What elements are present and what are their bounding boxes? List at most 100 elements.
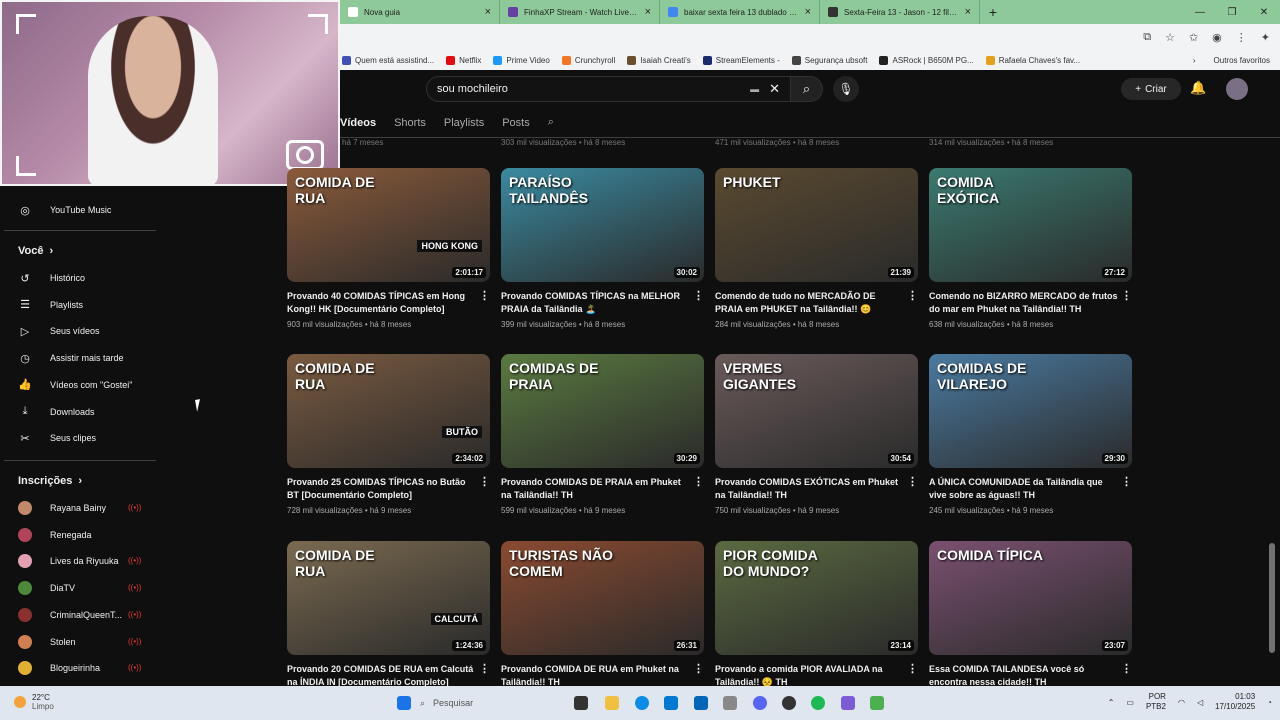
video-card[interactable]: COMIDA TÍPICA 23:07 Essa COMIDA TAILANDESA… xyxy=(929,541,1132,689)
video-title[interactable]: A ÚNICA COMUNIDADE da Tailândia que vive… xyxy=(929,476,1132,502)
more-options-icon[interactable]: ⋮ xyxy=(907,476,918,489)
search-input[interactable]: sou mochileiro ▬ ✕ xyxy=(426,76,791,102)
install-icon[interactable]: ⧉ xyxy=(1143,31,1151,44)
video-title[interactable]: Provando COMIDAS TÍPICAS na MELHOR PRAIA… xyxy=(501,290,704,316)
close-window-button[interactable]: ✕ xyxy=(1248,0,1280,24)
video-card[interactable]: TURISTAS NÃO COMEM 26:31 Provando COMIDA D… xyxy=(501,541,704,689)
video-title[interactable]: Comendo no BIZARRO MERCADO de frutos do … xyxy=(929,290,1132,316)
close-tab-icon[interactable]: × xyxy=(485,6,491,18)
more-options-icon[interactable]: ⋮ xyxy=(1121,290,1132,303)
close-tab-icon[interactable]: × xyxy=(805,6,811,18)
edge-icon[interactable] xyxy=(635,696,649,710)
bookmark-item[interactable]: Netflix xyxy=(446,55,481,65)
more-options-icon[interactable]: ⋮ xyxy=(479,290,490,303)
wifi-icon[interactable]: ◠ xyxy=(1178,698,1185,707)
sidebar-item[interactable]: ⤓ Downloads xyxy=(18,404,95,420)
copilot-icon[interactable]: ✦ xyxy=(1261,31,1270,44)
video-card[interactable]: PIOR COMIDA DO MUNDO? 23:14 Provando a com… xyxy=(715,541,918,689)
spotify-icon[interactable] xyxy=(811,696,825,710)
clock[interactable]: 01:03 17/10/2025 xyxy=(1215,692,1255,712)
store-icon[interactable] xyxy=(664,696,678,710)
chrome-icon[interactable] xyxy=(870,696,884,710)
search-button[interactable]: ⌕ xyxy=(791,76,823,102)
more-options-icon[interactable]: ⋮ xyxy=(693,476,704,489)
start-icon[interactable] xyxy=(397,696,411,710)
volume-icon[interactable]: ◁ xyxy=(1197,698,1203,707)
video-title[interactable]: Comendo de tudo no MERCADÃO DE PRAIA em … xyxy=(715,290,918,316)
video-thumbnail[interactable]: COMIDA DE RUA CALCUTÁ 1:24:36 xyxy=(287,541,490,655)
sidebar-item[interactable]: ☰ Playlists xyxy=(18,297,83,313)
bookmark-item[interactable]: StreamElements - xyxy=(702,55,780,65)
sidebar-item-youtube-music[interactable]: ◎ YouTube Music xyxy=(18,202,111,218)
browser-tab[interactable]: baixar sexta feira 13 dublado torre × xyxy=(660,0,820,24)
create-button[interactable]: + Criar xyxy=(1121,78,1181,100)
favorites-icon[interactable]: ✩ xyxy=(1189,31,1198,44)
video-card[interactable]: COMIDAS DE VILAREJO 29:30 A ÚNICA COMUNIDA… xyxy=(929,354,1132,515)
video-thumbnail[interactable]: COMIDA EXÓTICA 27:12 xyxy=(929,168,1132,282)
sidebar-section-inscricoes[interactable]: Inscrições › xyxy=(18,475,82,487)
browser-tab[interactable]: Nova guia × xyxy=(340,0,500,24)
sidebar-section-voce[interactable]: Você › xyxy=(18,245,53,257)
subscription-item[interactable]: Rayana Bainy xyxy=(18,500,106,516)
outlook-icon[interactable] xyxy=(694,696,708,710)
video-thumbnail[interactable]: PHUKET 21:39 xyxy=(715,168,918,282)
video-title[interactable]: Provando COMIDAS EXÓTICAS em Phuket na T… xyxy=(715,476,918,502)
tab-playlists[interactable]: Playlists xyxy=(444,117,484,129)
video-thumbnail[interactable]: COMIDA DE RUA BUTÃO 2:34:02 xyxy=(287,354,490,468)
tab-posts[interactable]: Posts xyxy=(502,117,530,129)
video-thumbnail[interactable]: COMIDAS DE PRAIA 30:29 xyxy=(501,354,704,468)
scrollbar[interactable] xyxy=(1268,138,1276,686)
file-explorer-icon[interactable] xyxy=(605,696,619,710)
close-tab-icon[interactable]: × xyxy=(645,6,651,18)
sidebar-item[interactable]: ◷ Assistir mais tarde xyxy=(18,350,123,366)
weather-widget[interactable]: 22°C Limpo xyxy=(14,693,54,711)
video-card[interactable]: COMIDA EXÓTICA 27:12 Comendo no BIZARRO ME… xyxy=(929,168,1132,329)
video-card[interactable]: VERMES GIGANTES 30:54 Provando COMIDAS EXÓ… xyxy=(715,354,918,515)
subscription-item[interactable]: CriminalQueenT... xyxy=(18,607,122,623)
bookmark-item[interactable]: ASRock | B650M PG... xyxy=(879,55,974,65)
bookmark-item[interactable]: Rafaela Chaves's fav... xyxy=(985,55,1080,65)
video-card[interactable]: COMIDA DE RUA BUTÃO 2:34:02 Provando 25 COM… xyxy=(287,354,490,515)
network-icon[interactable]: ▭ xyxy=(1126,698,1134,707)
bookmark-item[interactable]: Segurança ubsoft xyxy=(791,55,867,65)
more-options-icon[interactable]: ⋮ xyxy=(1121,476,1132,489)
subscription-item[interactable]: Stolen xyxy=(18,634,76,650)
task-view-icon[interactable] xyxy=(574,696,588,710)
video-card[interactable]: COMIDAS DE PRAIA 30:29 Provando COMIDAS DE… xyxy=(501,354,704,515)
video-title[interactable]: Provando 25 COMIDAS TÍPICAS no Butão BT … xyxy=(287,476,490,502)
chevron-up-icon[interactable]: ⌃ xyxy=(1108,698,1115,707)
more-options-icon[interactable]: ⋮ xyxy=(693,290,704,303)
subscription-item[interactable]: DiaTV xyxy=(18,580,75,596)
tab-videos[interactable]: Vídeos xyxy=(340,117,376,129)
more-options-icon[interactable]: ⋮ xyxy=(907,290,918,303)
keyboard-icon[interactable]: ▬ xyxy=(750,84,759,94)
maximize-button[interactable]: ❐ xyxy=(1216,0,1248,24)
close-tab-icon[interactable]: × xyxy=(965,6,971,18)
avatar[interactable] xyxy=(1226,78,1248,100)
video-title[interactable]: Provando 40 COMIDAS TÍPICAS em Hong Kong… xyxy=(287,290,490,316)
chevron-right-icon[interactable]: › xyxy=(1193,56,1196,65)
language-indicator[interactable]: POR PTB2 xyxy=(1146,692,1166,712)
video-thumbnail[interactable]: COMIDA DE RUA HONG KONG 2:01:17 xyxy=(287,168,490,282)
browser-tab[interactable]: Sexta-Feira 13 - Jason - 12 filmes × xyxy=(820,0,980,24)
scrollbar-thumb[interactable] xyxy=(1269,543,1275,653)
video-thumbnail[interactable]: COMIDA TÍPICA 23:07 xyxy=(929,541,1132,655)
bookmark-item[interactable]: Isaiah Creati's xyxy=(627,55,691,65)
tab-shorts[interactable]: Shorts xyxy=(394,117,426,129)
more-options-icon[interactable]: ⋮ xyxy=(693,663,704,676)
clear-search-icon[interactable]: ✕ xyxy=(769,81,780,97)
calculator-icon[interactable] xyxy=(723,696,737,710)
discord-icon[interactable] xyxy=(753,696,767,710)
subscription-item[interactable]: Renegada xyxy=(18,527,92,543)
menu-icon[interactable]: ⋮ xyxy=(1236,31,1247,44)
subscription-item[interactable]: Blogueirinha xyxy=(18,660,100,676)
more-options-icon[interactable]: ⋮ xyxy=(479,663,490,676)
notifications-bell-icon[interactable]: 🔔 xyxy=(1190,80,1206,96)
more-options-icon[interactable]: ⋮ xyxy=(1121,663,1132,676)
subscription-item[interactable]: Lives da Riyuuka xyxy=(18,553,119,569)
video-thumbnail[interactable]: PIOR COMIDA DO MUNDO? 23:14 xyxy=(715,541,918,655)
browser-tab[interactable]: FinhaXP Stream - Watch Live on T × xyxy=(500,0,660,24)
video-card[interactable]: PARAÍSO TAILANDÊS 30:02 Provando COMIDAS T… xyxy=(501,168,704,329)
video-card[interactable]: PHUKET 21:39 Comendo de tudo no MERCADÃO D… xyxy=(715,168,918,329)
more-options-icon[interactable]: ⋮ xyxy=(479,476,490,489)
